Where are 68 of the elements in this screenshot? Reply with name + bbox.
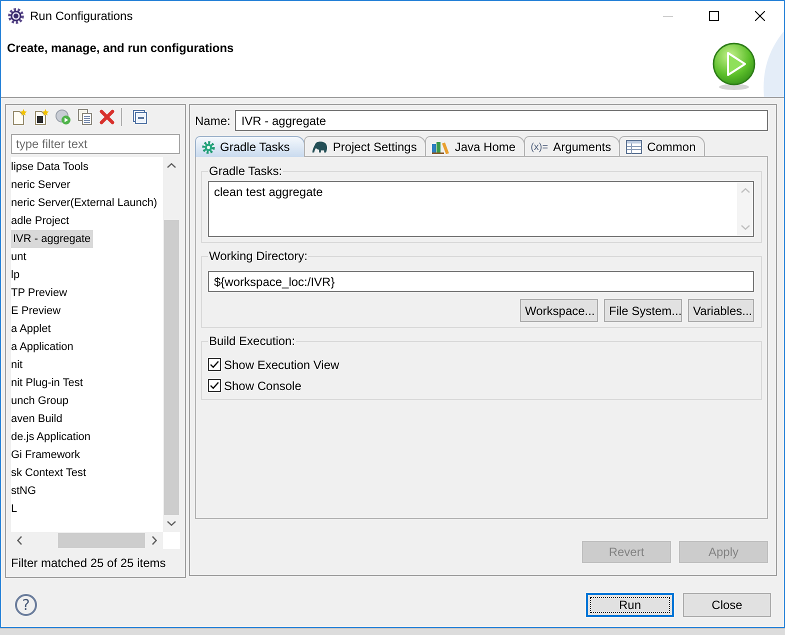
checkbox[interactable] [208, 358, 221, 371]
tree-item[interactable]: sk Context Test [9, 464, 88, 482]
gradle-tasks-field[interactable]: clean test aggregate [208, 181, 754, 237]
scrollbar-thumb[interactable] [164, 220, 179, 515]
collapse-icon[interactable] [132, 108, 148, 124]
vertical-scrollbar[interactable] [163, 157, 180, 532]
group-label: Working Directory: [208, 249, 308, 263]
books-icon [432, 140, 450, 154]
tree-item[interactable]: nit [9, 356, 25, 374]
checkbox-label[interactable]: Show Execution View [224, 358, 340, 372]
copy-icon[interactable] [77, 108, 93, 124]
scroll-down-icon[interactable] [167, 521, 176, 526]
filter-field[interactable]: type filter text [11, 134, 180, 154]
group-label: Build Execution: [208, 334, 296, 348]
tree-item[interactable]: E Preview [9, 302, 63, 320]
filter-status: Filter matched 25 of 25 items [11, 556, 167, 570]
delete-icon[interactable] [99, 108, 115, 124]
tree-item[interactable]: nit Plug-in Test [9, 374, 85, 392]
window-title: Run Configurations [30, 9, 134, 23]
scroll-up-icon[interactable] [167, 163, 176, 168]
browse-button[interactable]: Workspace... [520, 299, 598, 322]
gear-logo-icon [8, 8, 24, 24]
tree-item[interactable]: a Application [9, 338, 76, 356]
browse-button[interactable]: File System... [604, 299, 682, 322]
scroll-right-icon[interactable] [152, 536, 157, 545]
gear-icon [202, 140, 215, 154]
play-icon [712, 42, 756, 90]
name-field[interactable]: IVR - aggregate [235, 110, 768, 131]
tab[interactable]: Project Settings [304, 136, 426, 157]
variable-icon: (x)= [530, 142, 548, 152]
run-button[interactable]: Run [586, 592, 674, 616]
tree-item[interactable]: neric Server(External Launch) [9, 194, 160, 212]
close-button[interactable]: Close [683, 592, 771, 616]
tab[interactable]: Java Home [424, 136, 525, 157]
tab[interactable]: Gradle Tasks [195, 136, 305, 157]
tree-item[interactable]: stNG [9, 482, 38, 500]
working-directory-field[interactable]: ${workspace_loc:/IVR} [208, 271, 754, 292]
tree-item[interactable]: Gi Framework [9, 446, 82, 464]
document-block-icon[interactable] [33, 108, 49, 124]
tree-item[interactable]: lp [9, 266, 22, 284]
scrollbar-thumb[interactable] [58, 533, 145, 548]
tree-item[interactable]: neric Server [9, 176, 72, 194]
maximize-icon[interactable] [709, 11, 719, 21]
table-icon [626, 140, 642, 154]
globe-play-icon[interactable] [55, 108, 71, 124]
tree-item[interactable]: de.js Application [9, 428, 92, 446]
tree-item[interactable]: IVR - aggregate [11, 230, 93, 248]
tree-item[interactable]: adle Project [9, 212, 72, 230]
tree-item[interactable]: L [9, 500, 20, 518]
help-icon[interactable]: ? [15, 594, 37, 616]
header-title: Create, manage, and run configurations [7, 41, 234, 55]
tree-item[interactable]: aven Build [9, 410, 64, 428]
tree-item[interactable]: a Applet [9, 320, 53, 338]
elephant-icon [310, 141, 328, 153]
close-icon[interactable] [755, 11, 765, 21]
tree-item[interactable]: lipse Data Tools [9, 158, 90, 176]
checkbox[interactable] [208, 379, 221, 392]
tree-item[interactable]: unt [9, 248, 28, 266]
horizontal-scrollbar[interactable] [11, 532, 163, 549]
tree-item[interactable]: unch Group [9, 392, 70, 410]
document-sparkle-icon[interactable] [11, 108, 27, 124]
checkbox-label[interactable]: Show Console [224, 378, 302, 392]
tab[interactable]: Common [619, 136, 705, 157]
browse-button[interactable]: Variables... [688, 299, 754, 322]
tree-item[interactable]: TP Preview [9, 284, 70, 302]
scroll-left-icon[interactable] [17, 536, 22, 545]
group-label: Gradle Tasks: [208, 164, 284, 178]
name-label: Name: [195, 114, 230, 128]
